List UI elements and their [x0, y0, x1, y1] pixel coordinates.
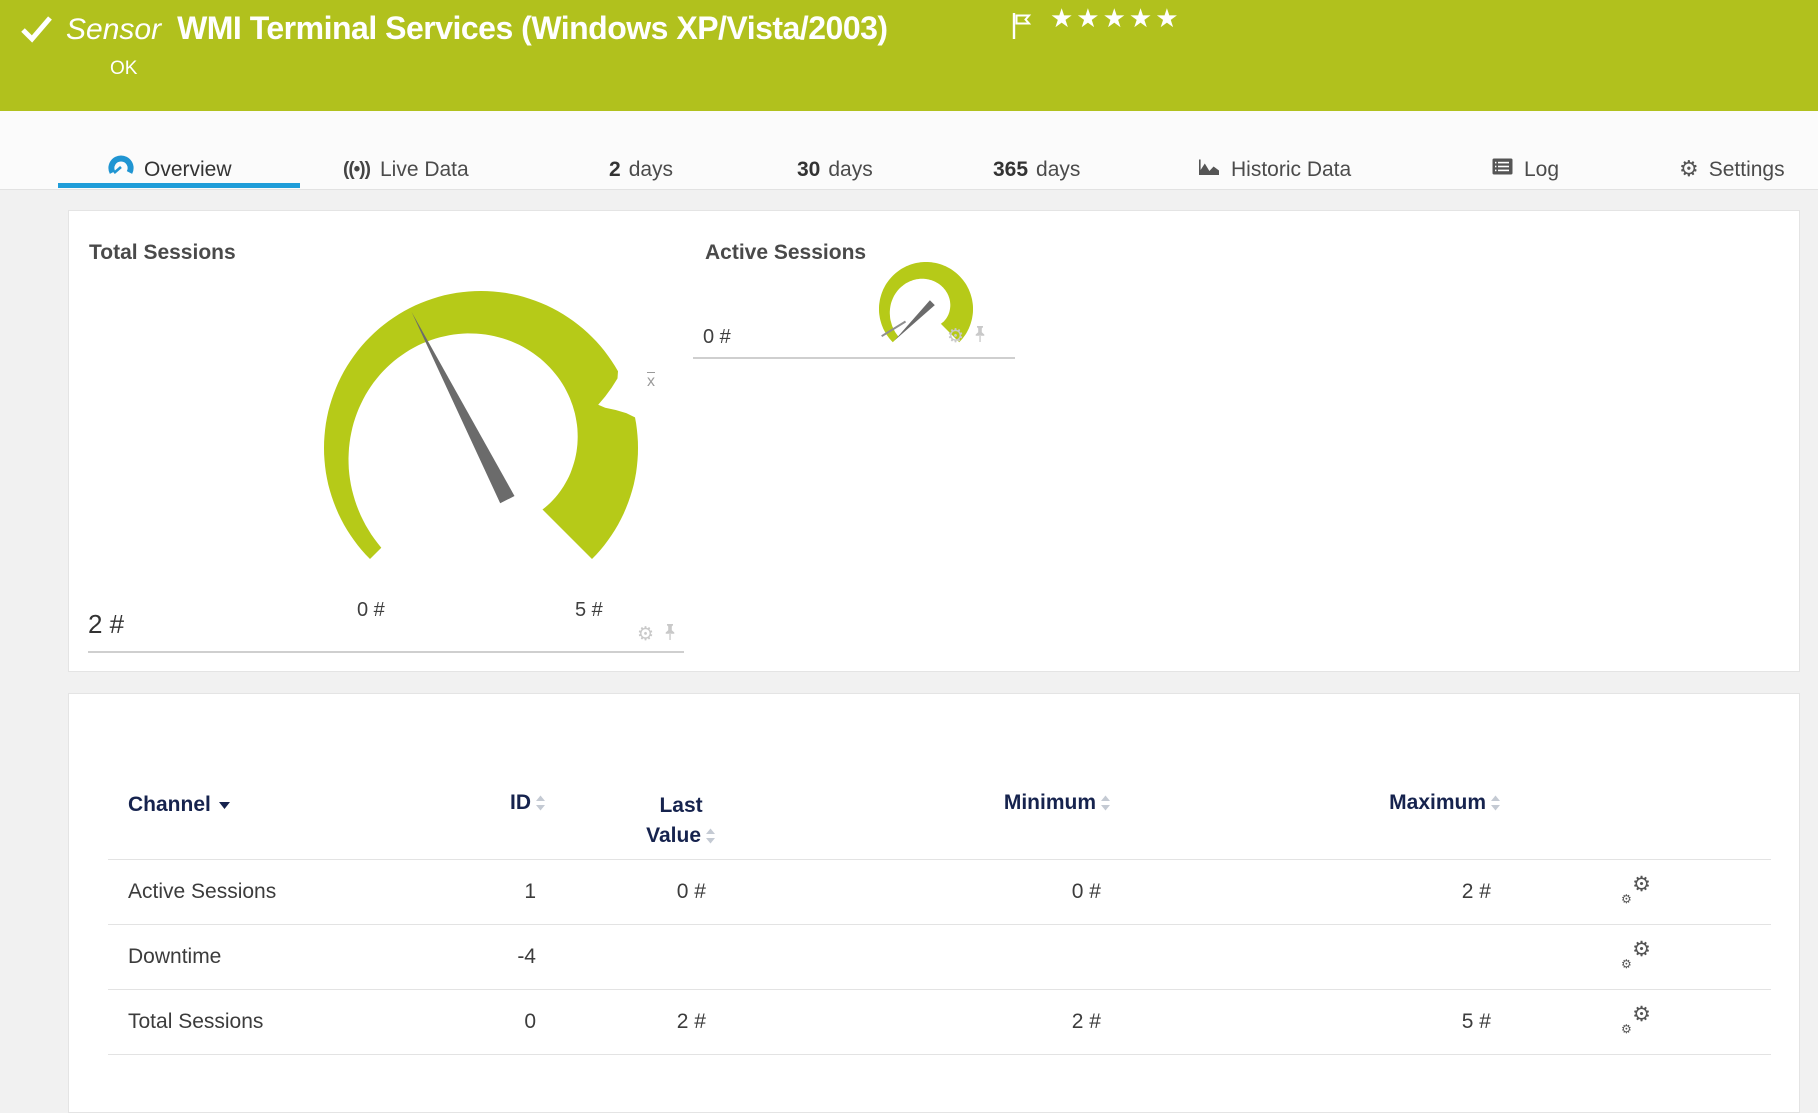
sort-arrows-icon: [535, 793, 546, 817]
maximum-cell: 2 #: [1111, 859, 1501, 924]
widget-divider: [88, 651, 684, 653]
gauge-max-label: 5 #: [575, 599, 603, 622]
object-kind-label: Sensor: [66, 13, 161, 47]
total-sessions-gauge: [271, 238, 691, 658]
table-row: Downtime -4 ⚙⚙: [108, 924, 1771, 989]
channels-table: Channel ID Last Value Minimum Maximum: [108, 779, 1771, 1055]
gauge-min-label: 0 #: [357, 599, 385, 622]
active-sessions-gauge: [866, 249, 986, 369]
area-chart-icon: [1197, 157, 1221, 183]
id-cell: 0: [491, 989, 546, 1054]
column-header-id[interactable]: ID: [491, 779, 546, 859]
widget-divider: [693, 357, 1015, 359]
settings-gear-icon: ⚙: [1679, 159, 1699, 181]
sensor-title: WMI Terminal Services (Windows XP/Vista/…: [177, 10, 888, 47]
column-header-maximum[interactable]: Maximum: [1111, 779, 1501, 859]
id-cell: 1: [491, 859, 546, 924]
tab-log[interactable]: Log: [1492, 155, 1559, 185]
last-value-cell: [546, 924, 716, 989]
priority-flag-icon[interactable]: [1012, 12, 1032, 45]
gear-icon[interactable]: ⚙: [637, 625, 654, 644]
channel-settings-gears-icon[interactable]: ⚙⚙: [1621, 1006, 1651, 1032]
column-header-channel[interactable]: Channel: [108, 779, 491, 859]
column-header-actions: [1501, 779, 1771, 859]
pin-icon[interactable]: [973, 325, 987, 348]
minimum-cell: 0 #: [716, 859, 1111, 924]
pin-icon[interactable]: [663, 623, 677, 646]
gauge-current-value: 0 #: [703, 326, 731, 349]
channel-settings-gears-icon[interactable]: ⚙⚙: [1621, 941, 1651, 967]
tab-overview[interactable]: Overview: [108, 155, 232, 185]
widget-controls: ⚙: [947, 325, 987, 348]
priority-stars[interactable]: ★★★★★: [1050, 6, 1182, 32]
average-marker: x: [647, 373, 655, 391]
tab-365-days[interactable]: 365 days: [993, 155, 1080, 185]
column-header-minimum[interactable]: Minimum: [716, 779, 1111, 859]
tab-live-data[interactable]: ((•)) Live Data: [343, 155, 469, 185]
log-list-icon: [1492, 158, 1514, 182]
tab-historic-data[interactable]: Historic Data: [1197, 155, 1351, 185]
sort-arrows-icon: [1490, 793, 1501, 817]
tab-settings[interactable]: ⚙ Settings: [1679, 155, 1785, 185]
last-value-cell: 2 #: [546, 989, 716, 1054]
sensor-status-badge: OK: [110, 58, 137, 80]
maximum-cell: [1111, 924, 1501, 989]
sort-arrows-icon: [705, 823, 716, 853]
gauge-title-active-sessions: Active Sessions: [705, 241, 866, 265]
tab-2-days[interactable]: 2 days: [609, 155, 673, 185]
overview-gauge-icon: [108, 154, 134, 186]
channel-name-cell[interactable]: Total Sessions: [108, 989, 491, 1054]
dropdown-caret-icon: [219, 791, 230, 815]
channel-name-cell[interactable]: Downtime: [108, 924, 491, 989]
minimum-cell: [716, 924, 1111, 989]
gauge-title-total-sessions: Total Sessions: [89, 241, 236, 265]
channel-settings-gears-icon[interactable]: ⚙⚙: [1621, 876, 1651, 902]
active-tab-underline: [58, 183, 300, 188]
tab-30-days[interactable]: 30 days: [797, 155, 873, 185]
maximum-cell: 5 #: [1111, 989, 1501, 1054]
tab-bar: Overview ((•)) Live Data 2 days 30 days …: [0, 111, 1818, 190]
channels-panel: Channel ID Last Value Minimum Maximum: [68, 693, 1800, 1113]
gauge-current-value: 2 #: [88, 609, 124, 640]
gauges-panel: Total Sessions x 0 # 5 # 2 # ⚙ Active Se…: [68, 210, 1800, 672]
minimum-cell: 2 #: [716, 989, 1111, 1054]
gear-icon[interactable]: ⚙: [947, 327, 964, 346]
sort-arrows-icon: [1100, 793, 1111, 817]
column-header-last-value[interactable]: Last Value: [546, 779, 716, 859]
sensor-header: Sensor WMI Terminal Services (Windows XP…: [0, 0, 1818, 111]
last-value-cell: 0 #: [546, 859, 716, 924]
table-row: Active Sessions 1 0 # 0 # 2 # ⚙⚙: [108, 859, 1771, 924]
broadcast-icon: ((•)): [343, 159, 370, 181]
status-check-icon: [20, 14, 54, 49]
widget-controls: ⚙: [637, 623, 677, 646]
table-row: Total Sessions 0 2 # 2 # 5 # ⚙⚙: [108, 989, 1771, 1054]
channel-name-cell[interactable]: Active Sessions: [108, 859, 491, 924]
id-cell: -4: [491, 924, 546, 989]
